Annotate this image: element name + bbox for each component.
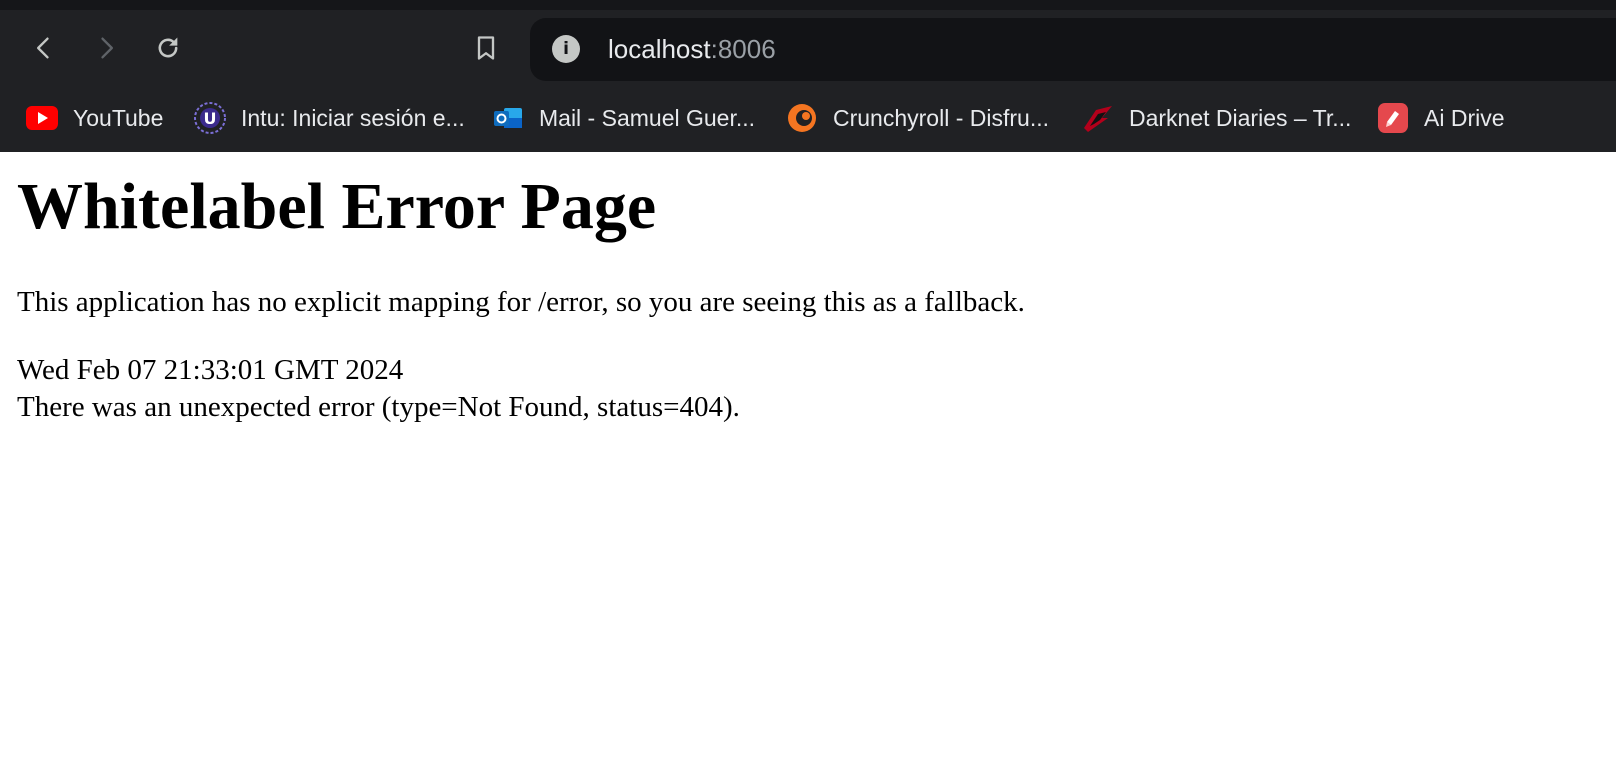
bookmarks-bar: YouTube U Intu: Iniciar sesión e... Mail… [0,96,1616,140]
ai-drive-icon [1377,102,1409,134]
bookmark-label: Crunchyroll - Disfru... [833,104,1049,131]
darknet-diaries-icon [1082,102,1114,134]
bookmark-youtube[interactable]: YouTube [26,96,163,140]
error-message: There was an unexpected error (type=Not … [17,391,740,423]
url-port: :8006 [710,34,776,64]
bookmark-page-button[interactable] [466,28,506,68]
reload-icon [158,37,178,58]
reload-button[interactable] [148,28,188,68]
page-content: Whitelabel Error Page This application h… [17,152,1597,426]
bookmark-mail[interactable]: Mail - Samuel Guer... [492,96,755,140]
forward-button[interactable] [86,28,126,68]
back-arrow-icon [37,37,49,59]
bookmark-icon [477,36,495,60]
tab-strip [0,0,1616,10]
youtube-icon [26,102,58,134]
intu-icon: U [194,102,226,134]
url-text[interactable]: localhost:8006 [608,32,776,66]
url-host: localhost [608,34,711,64]
outlook-icon [492,102,524,134]
svg-text:U: U [204,109,217,128]
bookmark-label: Ai Drive [1424,104,1505,131]
browser-toolbar: i localhost:8006 YouTube U Intu: Iniciar… [0,0,1616,152]
address-bar[interactable]: i localhost:8006 [530,18,1616,81]
bookmark-intu[interactable]: U Intu: Iniciar sesión e... [194,96,465,140]
crunchyroll-icon [786,102,818,134]
bookmark-crunchyroll[interactable]: Crunchyroll - Disfru... [786,96,1049,140]
site-info-icon[interactable]: i [552,35,580,63]
bookmark-darknet-diaries[interactable]: Darknet Diaries – Tr... [1082,96,1351,140]
bookmark-label: Mail - Samuel Guer... [539,104,756,131]
bookmark-ai-drive[interactable]: Ai Drive [1377,96,1505,140]
back-button[interactable] [24,28,64,68]
page-title: Whitelabel Error Page [17,170,657,243]
bookmark-label: Darknet Diaries – Tr... [1129,104,1352,131]
error-description: This application has no explicit mapping… [17,286,1025,318]
bookmark-label: Intu: Iniciar sesión e... [241,104,465,131]
bookmark-label: YouTube [73,104,164,131]
error-details: Wed Feb 07 21:33:01 GMT 2024 There was a… [17,352,1597,426]
forward-arrow-icon [101,37,114,59]
error-timestamp: Wed Feb 07 21:33:01 GMT 2024 [17,354,404,386]
